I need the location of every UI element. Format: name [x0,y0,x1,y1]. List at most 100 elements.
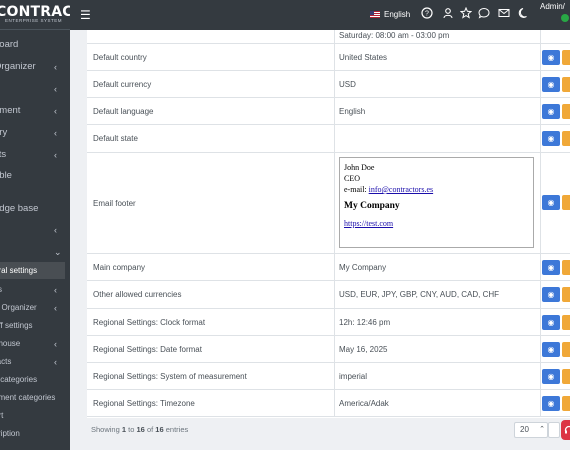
actions-cell: ◉ [541,281,570,308]
sidebar-item-knowledge-base[interactable]: edge base [0,200,70,218]
view-button[interactable]: ◉ [542,369,560,384]
table-row: Main company My Company ◉ [87,254,570,281]
entries-of-word: of [146,425,154,434]
chevron-left-icon: ‹ [54,106,57,116]
sidebar-subitem-subscription[interactable]: cription [0,425,70,443]
sidebar-subitem-business[interactable]: ss ‹ [0,281,70,299]
pagination-next-button[interactable] [548,422,560,438]
floating-action-button[interactable] [561,420,570,440]
table-row: Regional Settings: Clock format 12h: 12:… [87,309,570,336]
sidebar-item-staff[interactable]: ff‹ [0,80,70,98]
view-button[interactable]: ◉ [542,50,560,65]
sidebar-item-label: off settings [0,321,33,330]
sidebar-subitem-ament-categories[interactable]: ament categories [0,389,70,407]
menu-toggle-icon[interactable]: ☰ [80,8,91,22]
table-row: Default state ◉ [87,125,570,153]
actions-cell: ◉ [541,44,570,70]
setting-value-cell: 12h: 12:46 pm [335,309,541,335]
sidebar-item-dashboard[interactable]: board [0,36,70,54]
sidebar-item-settings[interactable]: ⌄ [0,243,70,261]
chevron-left-icon: ‹ [54,62,57,72]
sidebar-subitem-organizer[interactable]: & Organizer ‹ [0,299,70,317]
sidebar-subitem-report[interactable]: ort [0,407,70,425]
setting-name-cell: Regional Settings: System of measurement [87,363,335,389]
table-row: Other allowed currencies USD, EUR, JPY, … [87,281,570,309]
view-button[interactable]: ◉ [542,131,560,146]
sidebar-item-label: racts [0,357,12,366]
sidebar-item-organizer[interactable]: Organizer ‹ [0,58,70,76]
setting-name-cell: Default state [87,125,335,152]
sidebar-item-label: ement [0,105,21,116]
view-button[interactable]: ◉ [542,260,560,275]
user-icon[interactable] [441,7,455,21]
edit-button[interactable] [562,396,570,411]
edit-button[interactable] [562,104,570,119]
language-selector[interactable]: English [370,10,410,19]
view-button[interactable]: ◉ [542,287,560,302]
sidebar-item-collapsed-a[interactable]: ‹ [0,221,70,239]
email-footer-preview: John Doe CEO e-mail: info@contractors.es… [339,157,534,248]
setting-name-cell: Default language [87,98,335,124]
edit-button[interactable] [562,50,570,65]
entries-to: 16 [136,425,145,434]
sidebar-item-contracts[interactable]: cts ‹ [0,146,70,164]
setting-value-cell: America/Adak [335,390,541,416]
sidebar-subitem-categories[interactable]: s categories [0,371,70,389]
sidebar-subitem-staff-settings[interactable]: off settings [0,317,70,335]
edit-button[interactable] [562,342,570,357]
svg-text:?: ? [425,11,429,18]
footer-email-link[interactable]: info@contractors.es [369,185,433,194]
view-button[interactable]: ◉ [542,342,560,357]
table-row: Default country United States ◉ [87,44,570,71]
edit-button[interactable] [562,131,570,146]
edit-button[interactable] [562,260,570,275]
user-name[interactable]: Admin/ [540,2,565,11]
actions-cell: ◉ [541,125,570,152]
view-button[interactable]: ◉ [542,104,560,119]
edit-button[interactable] [562,77,570,92]
view-button[interactable]: ◉ [542,77,560,92]
chevron-left-icon: ‹ [54,357,57,367]
mail-icon[interactable] [497,7,511,21]
view-button[interactable]: ◉ [542,195,560,210]
chevron-left-icon: ‹ [54,150,57,160]
moon-icon[interactable] [517,7,531,21]
setting-name-cell: Regional Settings: Date format [87,336,335,362]
actions-cell: ◉ [541,153,570,253]
star-icon[interactable] [459,6,473,21]
setting-name-cell: Main company [87,254,335,280]
edit-button[interactable] [562,369,570,384]
help-icon[interactable]: ? [420,7,434,21]
sidebar-subitem-warehouse[interactable]: ehouse ‹ [0,335,70,353]
sidebar-item-management[interactable]: ement ‹ [0,102,70,120]
chat-icon[interactable] [477,7,491,21]
chevron-down-icon: ⌄ [54,247,62,257]
view-button[interactable]: ◉ [542,315,560,330]
table-row: Default language English ◉ [87,98,570,125]
footer-company: My Company [344,201,400,211]
top-navbar: ☰ English ? Admin/ [70,0,570,30]
view-button[interactable]: ◉ [542,396,560,411]
brand-logo[interactable]: CONTRACTORS ENTERPRISE SYSTEM [0,0,70,30]
actions-cell: ◉ [541,390,570,416]
sidebar-subitem-general-settings[interactable]: eral settings [0,262,65,279]
entries-suffix: entries [165,425,189,434]
edit-button[interactable] [562,315,570,330]
sidebar-item-label: ament categories [0,393,56,402]
edit-button[interactable] [562,195,570,210]
sidebar-item-label: ort [0,411,4,420]
setting-name-cell [87,30,335,43]
setting-name-cell: Regional Settings: Clock format [87,309,335,335]
footer-url-link[interactable]: https://test.com [344,218,529,229]
page-size-select[interactable]: 20 ⌃ [514,422,548,438]
sidebar-item-payable-cont[interactable]: s [0,178,70,196]
setting-value-cell: United States [335,44,541,70]
sidebar-item-inventory[interactable]: ory ‹ [0,124,70,142]
sidebar: CONTRACTORS ENTERPRISE SYSTEM board Orga… [0,0,70,450]
sidebar-item-label: & Organizer [0,303,37,312]
sidebar-item-label: eral settings [0,266,38,275]
sidebar-subitem-contracts[interactable]: racts ‹ [0,353,70,371]
sidebar-item-label: ss [0,285,2,294]
edit-button[interactable] [562,287,570,302]
setting-value-cell: John Doe CEO e-mail: info@contractors.es… [335,153,541,253]
